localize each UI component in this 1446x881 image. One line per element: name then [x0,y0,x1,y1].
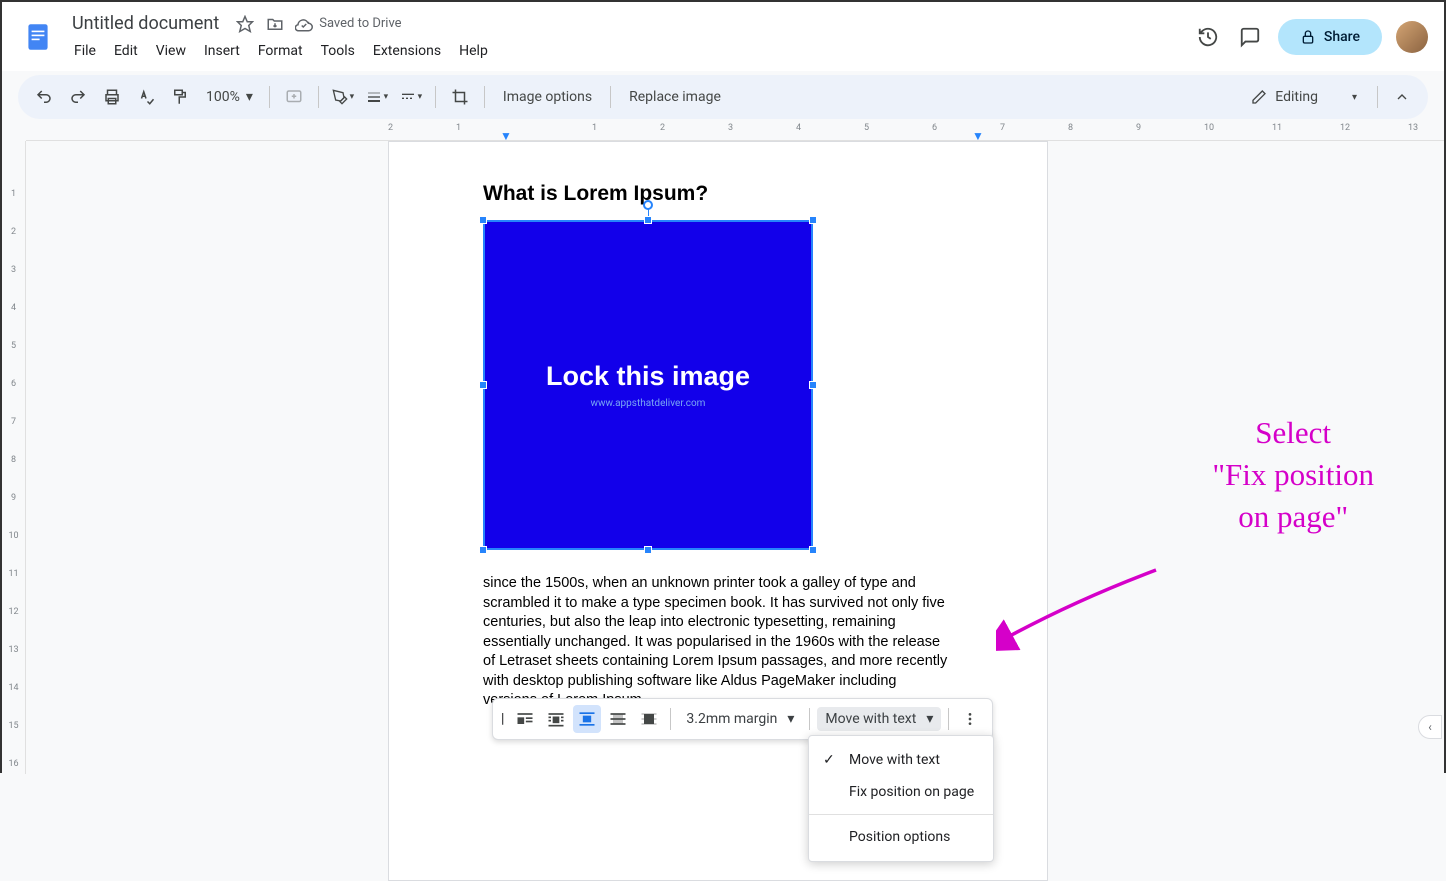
margin-select[interactable]: 3.2mm margin▾ [678,707,802,731]
selected-image[interactable]: Lock this image www.appsthatdeliver.com [483,220,813,550]
menu-tools[interactable]: Tools [313,39,363,63]
menu-insert[interactable]: Insert [196,39,248,63]
document-body-text[interactable]: since the 1500s, when an unknown printer… [483,574,953,711]
resize-handle[interactable] [479,546,487,554]
menu-extensions[interactable]: Extensions [365,39,449,63]
wrap-inline-button[interactable] [511,705,539,733]
menu-file[interactable]: File [66,39,104,63]
print-button[interactable] [98,83,126,111]
crop-button[interactable] [446,83,474,111]
wrap-first-letter: | [501,711,508,727]
indent-marker-icon[interactable]: ▼ [500,129,512,141]
menu-edit[interactable]: Edit [106,39,146,63]
rotate-handle[interactable] [643,200,653,210]
docs-logo[interactable] [18,17,58,57]
resize-handle[interactable] [809,381,817,389]
document-heading[interactable]: What is Lorem Ipsum? [483,182,953,206]
replace-image-button[interactable]: Replace image [621,85,729,109]
comment-icon[interactable] [1236,23,1264,51]
border-weight-button[interactable]: ▾ [363,83,391,111]
paint-format-button[interactable] [166,83,194,111]
add-comment-button[interactable] [280,83,308,111]
undo-button[interactable] [30,83,58,111]
dropdown-item-position-options[interactable]: Position options [809,821,993,853]
image-options-button[interactable]: Image options [495,85,600,109]
resize-handle[interactable] [809,546,817,554]
border-color-button[interactable]: ▾ [329,83,357,111]
indent-marker-icon[interactable]: ▼ [972,129,984,141]
chevron-down-icon: ▾ [246,89,253,105]
menu-help[interactable]: Help [451,39,496,63]
title-area: Untitled document Saved to Drive File Ed… [66,10,1186,63]
vertical-ruler[interactable]: 12345678910111213141516 [2,141,26,774]
user-avatar[interactable] [1396,21,1428,53]
history-icon[interactable] [1194,23,1222,51]
resize-handle[interactable] [479,381,487,389]
header: Untitled document Saved to Drive File Ed… [2,2,1444,71]
lock-icon [1300,29,1316,45]
horizontal-ruler[interactable]: 21123456789101112131415 ▼ ▼ [26,123,1444,141]
spellcheck-button[interactable] [132,83,160,111]
wrap-behind-button[interactable] [604,705,632,733]
zoom-select[interactable]: 100%▾ [200,89,259,105]
dropdown-item-move-with-text[interactable]: Move with text [809,744,993,776]
image-subtext: www.appsthatdeliver.com [591,398,706,409]
resize-handle[interactable] [644,546,652,554]
wrap-text-button[interactable] [542,705,570,733]
collapse-toolbar-button[interactable] [1388,83,1416,111]
share-button[interactable]: Share [1278,19,1382,55]
toolbar: 100%▾ ▾ ▾ ▾ Image options Replace image … [18,75,1428,119]
redo-button[interactable] [64,83,92,111]
menu-bar: File Edit View Insert Format Tools Exten… [66,39,1186,63]
annotation-text: Select "Fix position on page" [1212,412,1374,538]
pencil-icon [1251,89,1267,105]
star-icon[interactable] [235,14,255,34]
document-title[interactable]: Untitled document [66,10,225,37]
menu-view[interactable]: View [148,39,194,63]
resize-handle[interactable] [809,216,817,224]
position-select[interactable]: Move with text▾ [817,707,941,731]
resize-handle[interactable] [644,216,652,224]
position-dropdown-menu: Move with text Fix position on page Posi… [808,735,994,862]
editing-mode-button[interactable]: Editing ▾ [1241,83,1367,111]
saved-status: Saved to Drive [295,15,401,33]
move-folder-icon[interactable] [265,14,285,34]
more-options-button[interactable] [956,705,984,733]
resize-handle[interactable] [479,216,487,224]
chevron-down-icon: ▾ [1352,92,1357,103]
menu-format[interactable]: Format [250,39,311,63]
wrap-break-button[interactable] [573,705,601,733]
chevron-down-icon: ▾ [926,711,933,727]
chevron-down-icon: ▾ [787,711,794,727]
wrap-front-button[interactable] [635,705,663,733]
image-text: Lock this image [546,361,750,392]
side-panel-toggle[interactable]: ‹ [1418,715,1442,739]
dropdown-item-fix-position[interactable]: Fix position on page [809,776,993,808]
border-dash-button[interactable]: ▾ [397,83,425,111]
cloud-icon [295,15,313,33]
image-position-toolbar: | 3.2mm margin▾ Move with text▾ [492,698,993,740]
